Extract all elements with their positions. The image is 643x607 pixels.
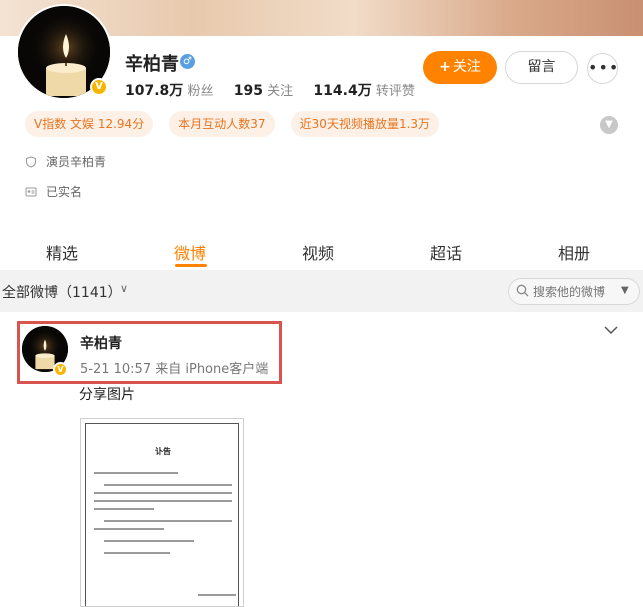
following-count[interactable]: 195 [234, 83, 263, 99]
realname-text: 已实名 [46, 185, 83, 199]
follow-button[interactable]: + 关注 [423, 51, 497, 84]
search-box[interactable]: ▼ [508, 278, 640, 305]
followers-count[interactable]: 107.8万 [125, 83, 183, 99]
more-options-button[interactable]: ••• [587, 53, 618, 84]
document-text-line [104, 484, 232, 486]
verified-text: 演员辛柏青 [46, 155, 107, 169]
document-text-line [104, 540, 194, 542]
search-icon [516, 284, 529, 301]
document-text-line [94, 500, 232, 502]
active-tab-indicator [175, 264, 207, 267]
chevron-down-icon[interactable]: ▼ [600, 116, 618, 134]
follow-button-label: 关注 [452, 59, 481, 75]
post-image[interactable]: 讣告 [80, 418, 244, 607]
post-text: 分享图片 [79, 387, 135, 403]
profile-tabs: 精选 微博 视频 超话 相册 [0, 230, 643, 270]
document-signature-line [198, 594, 236, 596]
search-input[interactable] [533, 283, 615, 301]
highlight-annotation-box [17, 321, 282, 384]
id-card-icon [25, 186, 37, 198]
document-title: 讣告 [155, 447, 171, 456]
tag-monthly-interactions[interactable]: 本月互动人数37 [169, 111, 275, 137]
document-text-line [104, 552, 170, 554]
chevron-down-icon[interactable]: ∨ [120, 282, 128, 295]
male-icon: ♂ [180, 54, 195, 69]
likes-count: 114.4万 [313, 83, 372, 99]
caret-down-icon[interactable]: ▼ [621, 285, 629, 296]
tab-videos[interactable]: 视频 [286, 240, 350, 264]
profile-name: 辛柏青 [125, 54, 179, 75]
filter-bar: 全部微博（1141） ∨ ▼ [0, 270, 643, 312]
document-text-line [104, 520, 232, 522]
verified-v-icon: V [90, 78, 108, 96]
document-text-line [94, 528, 164, 530]
document-text-line [94, 492, 232, 494]
obituary-document: 讣告 [85, 423, 239, 606]
followers-label[interactable]: 粉丝 [187, 84, 213, 99]
tab-albums[interactable]: 相册 [542, 240, 606, 264]
plus-icon: + [439, 59, 451, 75]
tab-weibo[interactable]: 微博 [158, 240, 222, 264]
tag-video-views[interactable]: 近30天视频播放量1.3万 [290, 111, 440, 137]
shield-icon [25, 156, 37, 168]
tag-v-index[interactable]: V指数 文娱 12.94分 [25, 111, 154, 137]
following-label[interactable]: 关注 [267, 84, 293, 99]
document-text-line [94, 508, 154, 510]
message-button[interactable]: 留言 [505, 51, 578, 84]
tab-featured[interactable]: 精选 [30, 240, 94, 264]
tab-supertopic[interactable]: 超话 [414, 240, 478, 264]
profile-stats: 107.8万 粉丝 195 关注 114.4万 转评赞 [125, 80, 415, 100]
info-verified-row: 演员辛柏青 [25, 153, 106, 170]
document-text-line [94, 472, 178, 474]
info-realname-row: 已实名 [25, 183, 82, 200]
profile-tags: V指数 文娱 12.94分 本月互动人数37 近30天视频播放量1.3万 [25, 111, 450, 137]
likes-label: 转评赞 [375, 84, 415, 99]
filter-dropdown[interactable]: 全部微博（1141） [2, 282, 122, 302]
chevron-down-icon[interactable] [604, 323, 618, 339]
